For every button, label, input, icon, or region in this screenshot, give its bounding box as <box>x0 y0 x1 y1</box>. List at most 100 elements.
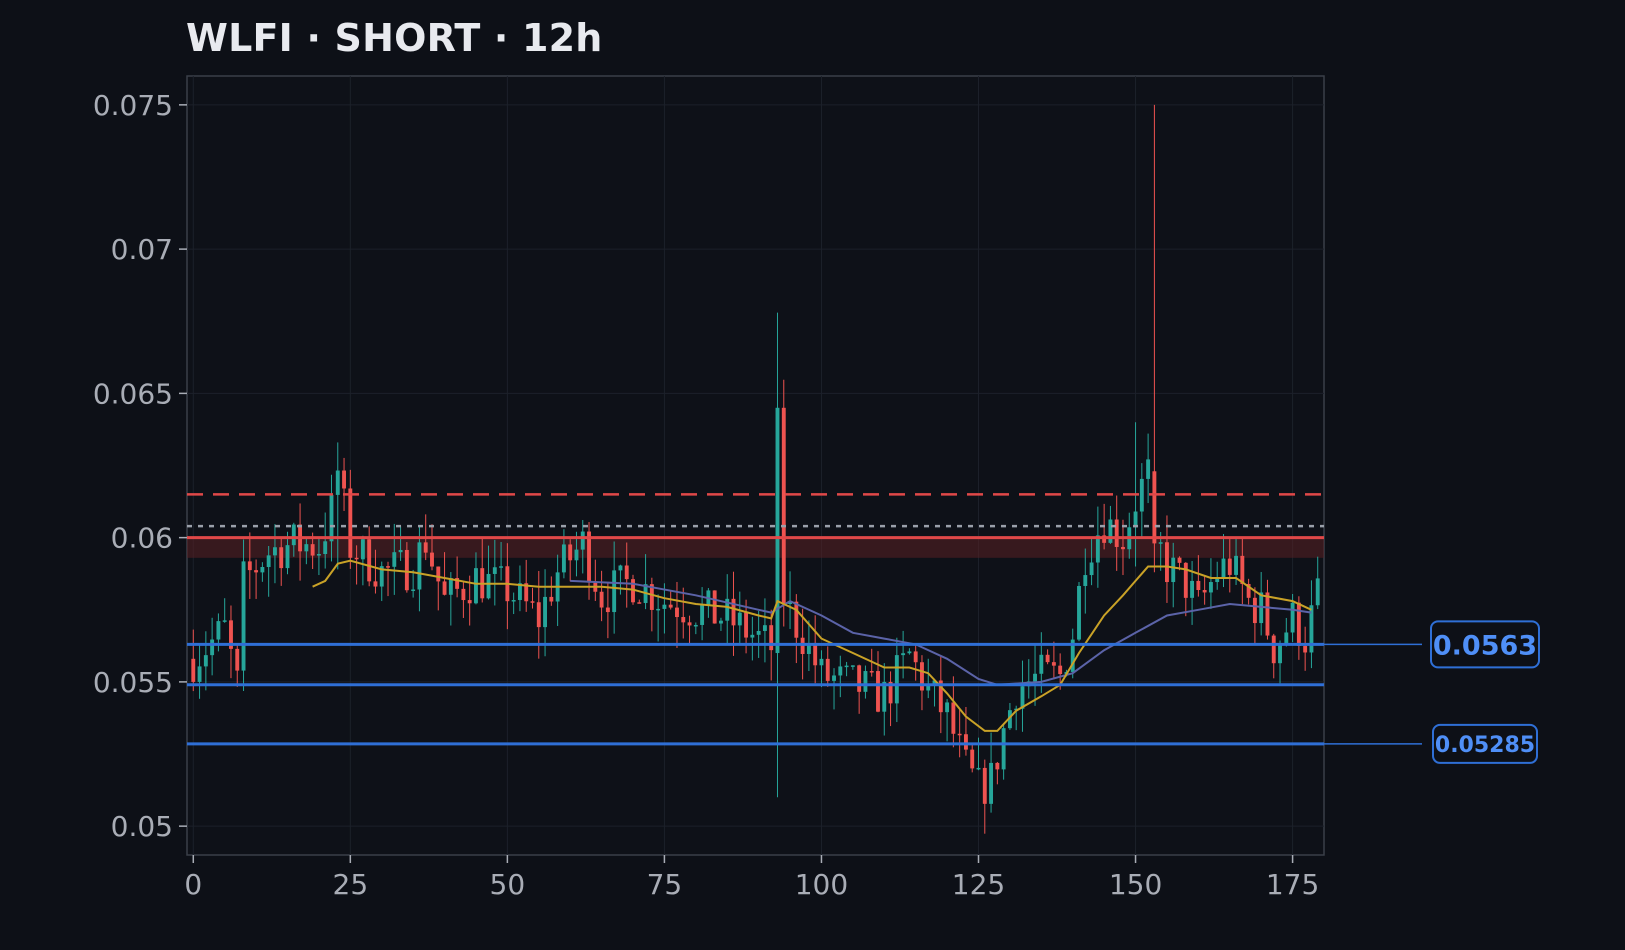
candle-body <box>876 671 880 712</box>
candle-body <box>329 494 334 542</box>
candle-body <box>712 590 717 624</box>
candle-body <box>561 544 566 573</box>
candle-body <box>624 565 629 580</box>
candle-body <box>907 651 912 654</box>
candle-body <box>794 601 799 638</box>
candle-body <box>442 581 447 595</box>
x-tick-label: 100 <box>795 868 848 901</box>
candle-body <box>1190 580 1195 598</box>
price-tag-label: 0.0563 <box>1433 630 1537 661</box>
candle-body <box>1196 580 1201 591</box>
candle-body <box>1171 557 1176 583</box>
candle-body <box>1202 590 1207 593</box>
candle-body <box>411 589 416 591</box>
candle-body <box>461 588 466 601</box>
candle-body <box>272 547 277 556</box>
candle-body <box>342 470 346 489</box>
candle-body <box>386 566 390 568</box>
y-tick-label: 0.07 <box>111 233 173 266</box>
candle-body <box>832 675 836 681</box>
candle-body <box>304 544 309 552</box>
candle-body <box>1039 654 1044 674</box>
y-tick-label: 0.055 <box>93 666 173 699</box>
candlestick-chart: 0.05 0.055 0.06 0.065 0.07 0.075 0 25 50 75 100 125… <box>93 75 1540 901</box>
candle-body <box>894 655 899 704</box>
candle-body <box>1033 673 1037 682</box>
candle-body <box>693 624 698 627</box>
candle-body <box>1303 645 1308 653</box>
candle-body <box>656 608 661 611</box>
candle-body <box>467 600 472 604</box>
candle-body <box>662 604 667 609</box>
candle-body <box>668 604 673 608</box>
candle-body <box>536 602 541 628</box>
candle-body <box>882 681 887 712</box>
candle-body <box>492 567 497 574</box>
x-tick-label: 125 <box>952 868 1005 901</box>
candle-body <box>675 607 679 618</box>
candle-body <box>913 651 918 663</box>
candle-body <box>750 634 755 638</box>
candle-body <box>235 648 240 671</box>
y-tick-label: 0.06 <box>111 522 173 555</box>
candle-body <box>700 604 705 625</box>
candle-body <box>1183 562 1188 598</box>
candle-body <box>568 544 573 561</box>
candle-body <box>1265 592 1270 636</box>
candle-body <box>291 524 296 546</box>
candle-body <box>348 488 353 558</box>
candle-body <box>1165 542 1169 583</box>
y-tick-label: 0.065 <box>93 377 173 410</box>
candle-body <box>404 549 409 591</box>
candle-body <box>605 607 610 613</box>
x-tick-label: 0 <box>184 868 202 901</box>
y-tick-label: 0.075 <box>93 89 173 122</box>
x-tick-label: 150 <box>1109 868 1162 901</box>
candle-body <box>813 642 818 666</box>
x-tick-label: 25 <box>333 868 369 901</box>
candle-body <box>354 557 359 560</box>
candle-body <box>1051 662 1056 666</box>
candle-body <box>957 733 962 736</box>
candle-body <box>474 568 478 604</box>
candle-body <box>530 601 535 603</box>
candle-body <box>1252 597 1257 624</box>
candle-body <box>392 552 397 567</box>
candle-body <box>1221 558 1226 578</box>
x-tick-label: 50 <box>490 868 526 901</box>
candle-body <box>989 762 994 804</box>
candle-body <box>637 602 642 604</box>
candle-body <box>762 625 767 631</box>
candle-body <box>222 620 227 622</box>
candle-body <box>260 567 265 573</box>
candle-body <box>857 665 862 692</box>
candle-body <box>580 531 585 550</box>
candle-body <box>1121 546 1125 550</box>
candle-body <box>1077 585 1081 640</box>
candle-body <box>1058 665 1063 675</box>
y-tick-label: 0.05 <box>111 810 173 843</box>
candle-body <box>323 541 328 555</box>
candle-body <box>951 702 956 734</box>
candle-body <box>417 542 422 590</box>
price-tags: 0.0563 0.05285 <box>1324 620 1540 764</box>
candle-body <box>335 470 340 495</box>
candle-body <box>1290 602 1295 633</box>
candle-body <box>819 658 824 666</box>
candle-body <box>191 658 196 682</box>
candle-body <box>367 539 372 582</box>
candle-body <box>360 539 365 560</box>
candle-body <box>850 665 855 667</box>
candle-body <box>737 612 742 626</box>
candle-body <box>216 621 221 640</box>
candle-body <box>612 570 617 613</box>
x-tick-label: 175 <box>1266 868 1319 901</box>
candle-body <box>1089 562 1094 576</box>
candle-body <box>963 734 968 750</box>
candle-body <box>1271 635 1276 664</box>
candle-body <box>618 565 623 571</box>
candle-body <box>687 622 692 626</box>
candle-body <box>1315 578 1320 606</box>
candle-body <box>1001 728 1006 770</box>
candle-body <box>1278 643 1282 664</box>
